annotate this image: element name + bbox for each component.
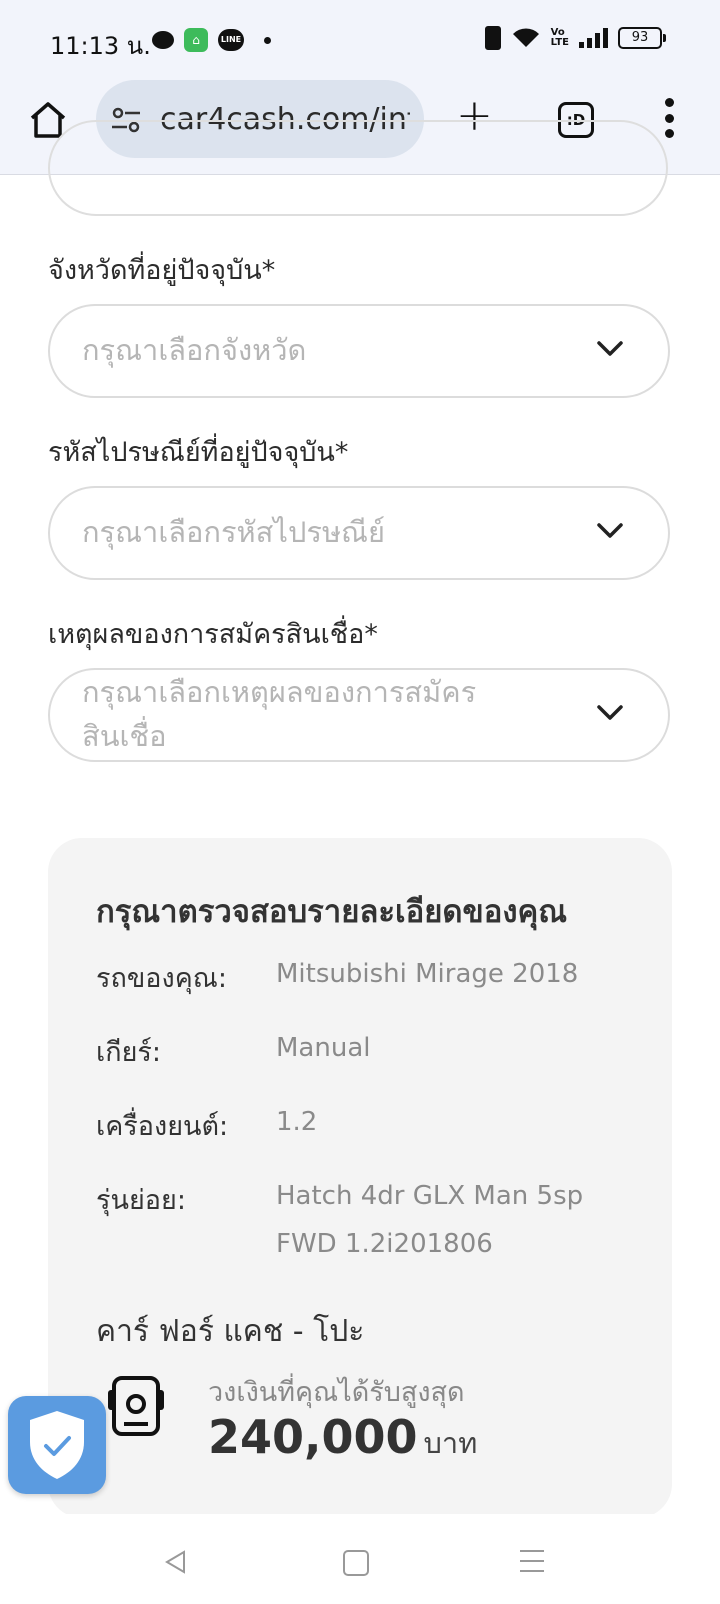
signal-icon (579, 28, 608, 48)
chevron-down-icon (597, 705, 623, 720)
submodel-key: รุ่นย่อย: (96, 1185, 186, 1216)
wifi-icon (512, 28, 539, 47)
postcode-placeholder: กรุณาเลือกรหัสไปรษณีย์ (82, 515, 385, 549)
gear-key: เกียร์: (96, 1037, 161, 1068)
line-app-icon: LINE (218, 29, 244, 51)
vibrate-icon (484, 26, 501, 50)
amount-caption: วงเงินที่คุณได้รับสูงสุด (208, 1377, 465, 1408)
browser-menu-button[interactable] (664, 98, 674, 138)
notification-icons: ⌂ LINE (152, 28, 271, 52)
app-notification-icon: ⌂ (184, 28, 208, 52)
status-time: 11:13 น. (50, 32, 151, 60)
province-select[interactable]: กรุณาเลือกจังหวัด (48, 304, 670, 398)
lender-name: คาร์ ฟอร์ แคช - โปะ (96, 1314, 365, 1349)
chevron-down-icon (597, 523, 623, 538)
recents-icon[interactable] (520, 1550, 544, 1572)
gear-value: Manual (276, 1033, 371, 1063)
engine-value: 1.2 (276, 1107, 318, 1137)
reason-placeholder-line1: กรุณาเลือกเหตุผลของการสมัคร (82, 675, 477, 709)
engine-key: เครื่องยนต์: (96, 1111, 229, 1142)
home-square-icon[interactable] (343, 1550, 369, 1576)
amount-number: 240,000 (208, 1410, 418, 1464)
privacy-shield-button[interactable] (8, 1396, 106, 1494)
system-icons: Vo LTE 93 (484, 26, 666, 50)
amount-value: 240,000 บาท (208, 1410, 477, 1466)
chevron-down-icon (597, 341, 623, 356)
summary-title: กรุณาตรวจสอบรายละเอียดของคุณ (96, 894, 567, 930)
shield-check-icon (30, 1411, 84, 1479)
postcode-label: รหัสไปรษณีย์ที่อยู่ปัจจุบัน* (48, 437, 349, 468)
status-bar: 11:13 น. ⌂ LINE Vo LTE 93 (0, 0, 720, 80)
province-label: จังหวัดที่อยู่ปัจจุบัน* (48, 255, 276, 286)
volte-icon: Vo LTE (550, 27, 569, 48)
more-notifications-dot-icon (264, 36, 271, 44)
summary-card: กรุณาตรวจสอบรายละเอียดของคุณ รถของคุณ: M… (48, 838, 672, 1518)
back-icon[interactable] (164, 1550, 188, 1574)
system-navigation-bar (0, 1514, 720, 1604)
submodel-value: Hatch 4dr GLX Man 5sp FWD 1.2i201806 (276, 1181, 584, 1259)
reason-placeholder: กรุณาเลือกเหตุผลของการสมัคร สินเชื่อ (82, 670, 552, 758)
province-placeholder: กรุณาเลือกจังหวัด (82, 333, 307, 367)
postcode-select[interactable]: กรุณาเลือกรหัสไปรษณีย์ (48, 486, 670, 580)
battery-icon: 93 (618, 27, 666, 49)
reason-label: เหตุผลของการสมัครสินเชื่อ* (48, 619, 378, 650)
amount-unit: บาท (423, 1426, 478, 1460)
car-value: Mitsubishi Mirage 2018 (276, 959, 579, 989)
reason-placeholder-line2: สินเชื่อ (82, 719, 167, 753)
cash-icon (108, 1376, 164, 1436)
previous-select-field[interactable] (48, 120, 668, 216)
chat-bubble-icon (152, 31, 174, 49)
reason-select[interactable]: กรุณาเลือกเหตุผลของการสมัคร สินเชื่อ (48, 668, 670, 762)
car-key: รถของคุณ: (96, 963, 227, 994)
